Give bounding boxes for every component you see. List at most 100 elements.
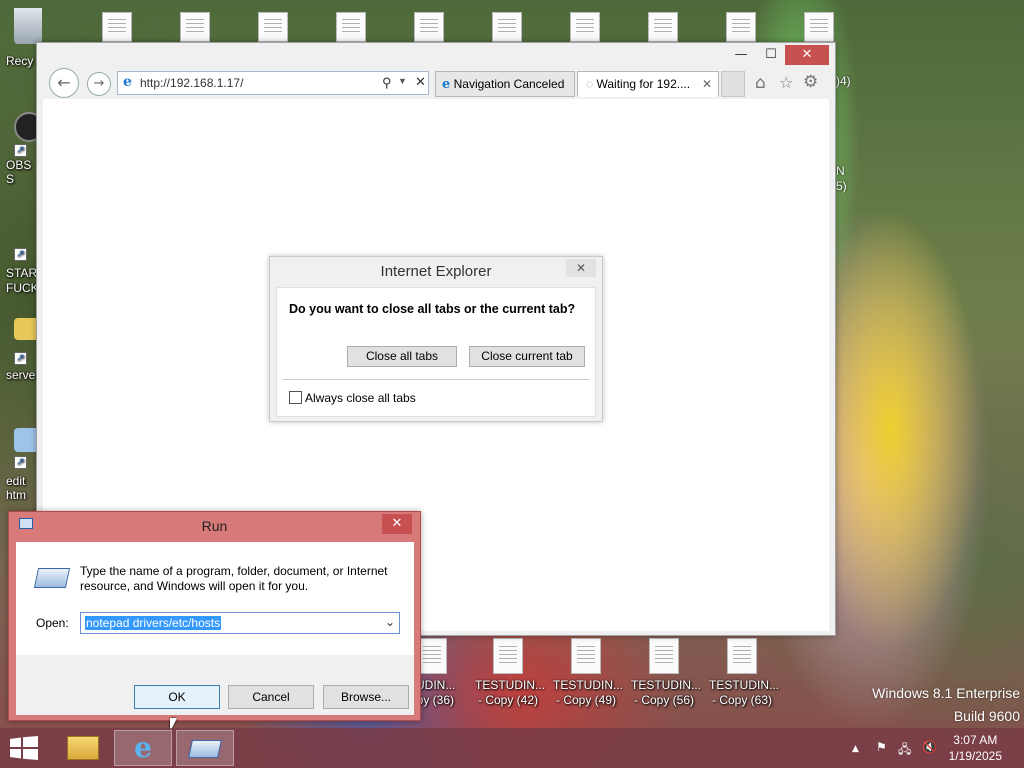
search-icon[interactable]: ⚲	[382, 75, 392, 91]
desktop-file-copy-63[interactable]: TESTUDIN... - Copy (63)	[709, 638, 780, 708]
show-hidden-icons-icon[interactable]: ▲	[852, 744, 859, 754]
gear-icon[interactable]: ⚙	[803, 72, 818, 92]
dialog-title: Internet Explorer	[380, 263, 492, 280]
tab-navigation-canceled[interactable]: e Navigation Canceled	[435, 71, 575, 97]
dialog-question: Do you want to close all tabs or the cur…	[289, 302, 576, 316]
run-command-input[interactable]: notepad drivers/etc/hosts ⌄	[80, 612, 400, 634]
dialog-body: Do you want to close all tabs or the cur…	[276, 287, 596, 417]
close-all-tabs-button[interactable]: Close all tabs	[347, 346, 457, 367]
dialog-separator	[283, 379, 589, 380]
favorites-star-icon[interactable]: ☆	[779, 73, 793, 92]
minimize-button[interactable]: —	[727, 45, 755, 65]
desktop-icon-label: edit htm	[6, 474, 27, 502]
cancel-button[interactable]: Cancel	[228, 685, 314, 709]
run-program-icon	[33, 568, 71, 588]
desktop-file-icon[interactable]	[258, 12, 288, 42]
loading-spinner-icon: ◌	[586, 77, 594, 91]
windows-watermark: Windows 8.1 Enterprise Build 9600	[872, 685, 1020, 724]
shortcut-arrow-icon: ↗	[14, 248, 27, 261]
run-dialog[interactable]: Run ✕ Type the name of a program, folder…	[8, 511, 421, 721]
maximize-button[interactable]: ☐	[757, 45, 785, 65]
close-icon: ✕	[575, 261, 587, 275]
text-file-icon	[727, 638, 757, 674]
windows-logo-icon	[10, 736, 38, 760]
taskbar: e	[0, 728, 1024, 768]
desktop-file-icon[interactable]	[336, 12, 366, 42]
internet-explorer-icon: e	[134, 731, 152, 764]
stop-icon[interactable]: ✕	[415, 74, 426, 90]
desktop-file-icon[interactable]	[804, 12, 834, 42]
run-command-value[interactable]: notepad drivers/etc/hosts	[85, 616, 222, 630]
network-icon[interactable]: 🖧	[898, 740, 911, 761]
shortcut-arrow-icon: ↗	[14, 352, 27, 365]
dialog-close-button[interactable]: ✕	[566, 259, 596, 277]
tab-waiting[interactable]: ◌ Waiting for 192.... ✕	[577, 71, 719, 97]
desktop-file-copy-42[interactable]: TESTUDIN... - Copy (42)	[475, 638, 546, 708]
desktop-icon-label: TESTUDIN...	[553, 678, 624, 692]
close-button[interactable]: ✕	[785, 45, 829, 65]
ie-page-icon: e	[442, 77, 451, 92]
run-content-panel: Type the name of a program, folder, docu…	[16, 542, 414, 655]
run-body: Type the name of a program, folder, docu…	[16, 542, 414, 715]
tab-close-icon[interactable]: ✕	[702, 72, 712, 96]
tab-label: Waiting for 192....	[596, 77, 691, 91]
text-file-icon	[493, 638, 523, 674]
desktop-file-icon[interactable]	[492, 12, 522, 42]
desktop-file-icon[interactable]	[726, 12, 756, 42]
taskbar-file-explorer[interactable]	[54, 730, 112, 766]
action-center-flag-icon[interactable]: ⚑	[876, 740, 887, 754]
volume-muted-icon[interactable]: 🔇	[922, 740, 937, 754]
chevron-down-icon[interactable]: ⌄	[385, 615, 395, 629]
browse-button[interactable]: Browse...	[323, 685, 409, 709]
text-file-icon	[417, 638, 447, 674]
taskbar-run[interactable]	[176, 730, 234, 766]
watermark-build: Build 9600	[953, 708, 1020, 724]
dropdown-arrow-icon[interactable]: ▼	[398, 76, 407, 86]
close-current-tab-button[interactable]: Close current tab	[469, 346, 585, 367]
forward-button[interactable]: →	[87, 72, 111, 96]
recycle-bin-icon	[14, 8, 42, 44]
desktop-icon-label: - Copy (63)	[711, 693, 773, 707]
always-close-label[interactable]: Always close all tabs	[305, 391, 416, 405]
shortcut-arrow-icon: ↗	[14, 144, 27, 157]
file-explorer-icon	[67, 736, 99, 760]
back-button[interactable]: ←	[49, 68, 79, 98]
address-text[interactable]: http://192.168.1.17/	[140, 76, 243, 90]
desktop-icon-label: TESTUDIN...	[631, 678, 702, 692]
forward-arrow-icon: →	[93, 76, 105, 91]
ok-button[interactable]: OK	[134, 685, 220, 709]
home-icon[interactable]: ⌂	[755, 73, 766, 93]
run-title: Run	[201, 518, 228, 534]
run-close-button[interactable]: ✕	[382, 514, 412, 534]
new-tab-button[interactable]	[721, 71, 745, 97]
clock-time: 3:07 AM	[953, 733, 998, 747]
desktop-icon-label: TESTUDIN...	[709, 678, 780, 692]
watermark-edition: Windows 8.1 Enterprise	[872, 685, 1020, 701]
always-close-checkbox[interactable]	[289, 391, 302, 404]
taskbar-clock[interactable]: 3:07 AM 1/19/2025	[949, 732, 1002, 764]
desktop-file-copy-49[interactable]: TESTUDIN... - Copy (49)	[553, 638, 624, 708]
taskbar-internet-explorer[interactable]: e	[114, 730, 172, 766]
desktop-icon-label: STAR FUCK	[6, 266, 39, 295]
desktop-file-icon[interactable]	[102, 12, 132, 42]
desktop-icon-label: - Copy (49)	[555, 693, 617, 707]
desktop-file-icon[interactable]	[570, 12, 600, 42]
shortcut-arrow-icon: ↗	[14, 456, 27, 469]
back-arrow-icon: ←	[57, 73, 71, 92]
close-tabs-dialog[interactable]: Internet Explorer ✕ Do you want to close…	[269, 256, 603, 422]
desktop-icon-label: 5)	[836, 179, 847, 193]
ie-page-icon: e	[123, 74, 132, 90]
desktop-file-icon[interactable]	[648, 12, 678, 42]
desktop-file-copy-56[interactable]: TESTUDIN... - Copy (56)	[631, 638, 702, 708]
desktop-icon-label: - Copy (56)	[633, 693, 695, 707]
desktop-file-icon[interactable]	[414, 12, 444, 42]
ie-titlebar[interactable]: — ☐ ✕	[37, 43, 835, 69]
run-description: Type the name of a program, folder, docu…	[80, 564, 388, 593]
desktop-icon-label: TESTUDIN...	[475, 678, 546, 692]
close-icon: ✕	[391, 516, 403, 531]
address-bar[interactable]: e http://192.168.1.17/ ⚲ ▼ ✕	[117, 71, 429, 95]
clock-date: 1/19/2025	[948, 749, 1002, 763]
start-button[interactable]	[10, 736, 38, 760]
text-file-icon	[571, 638, 601, 674]
desktop-file-icon[interactable]	[180, 12, 210, 42]
